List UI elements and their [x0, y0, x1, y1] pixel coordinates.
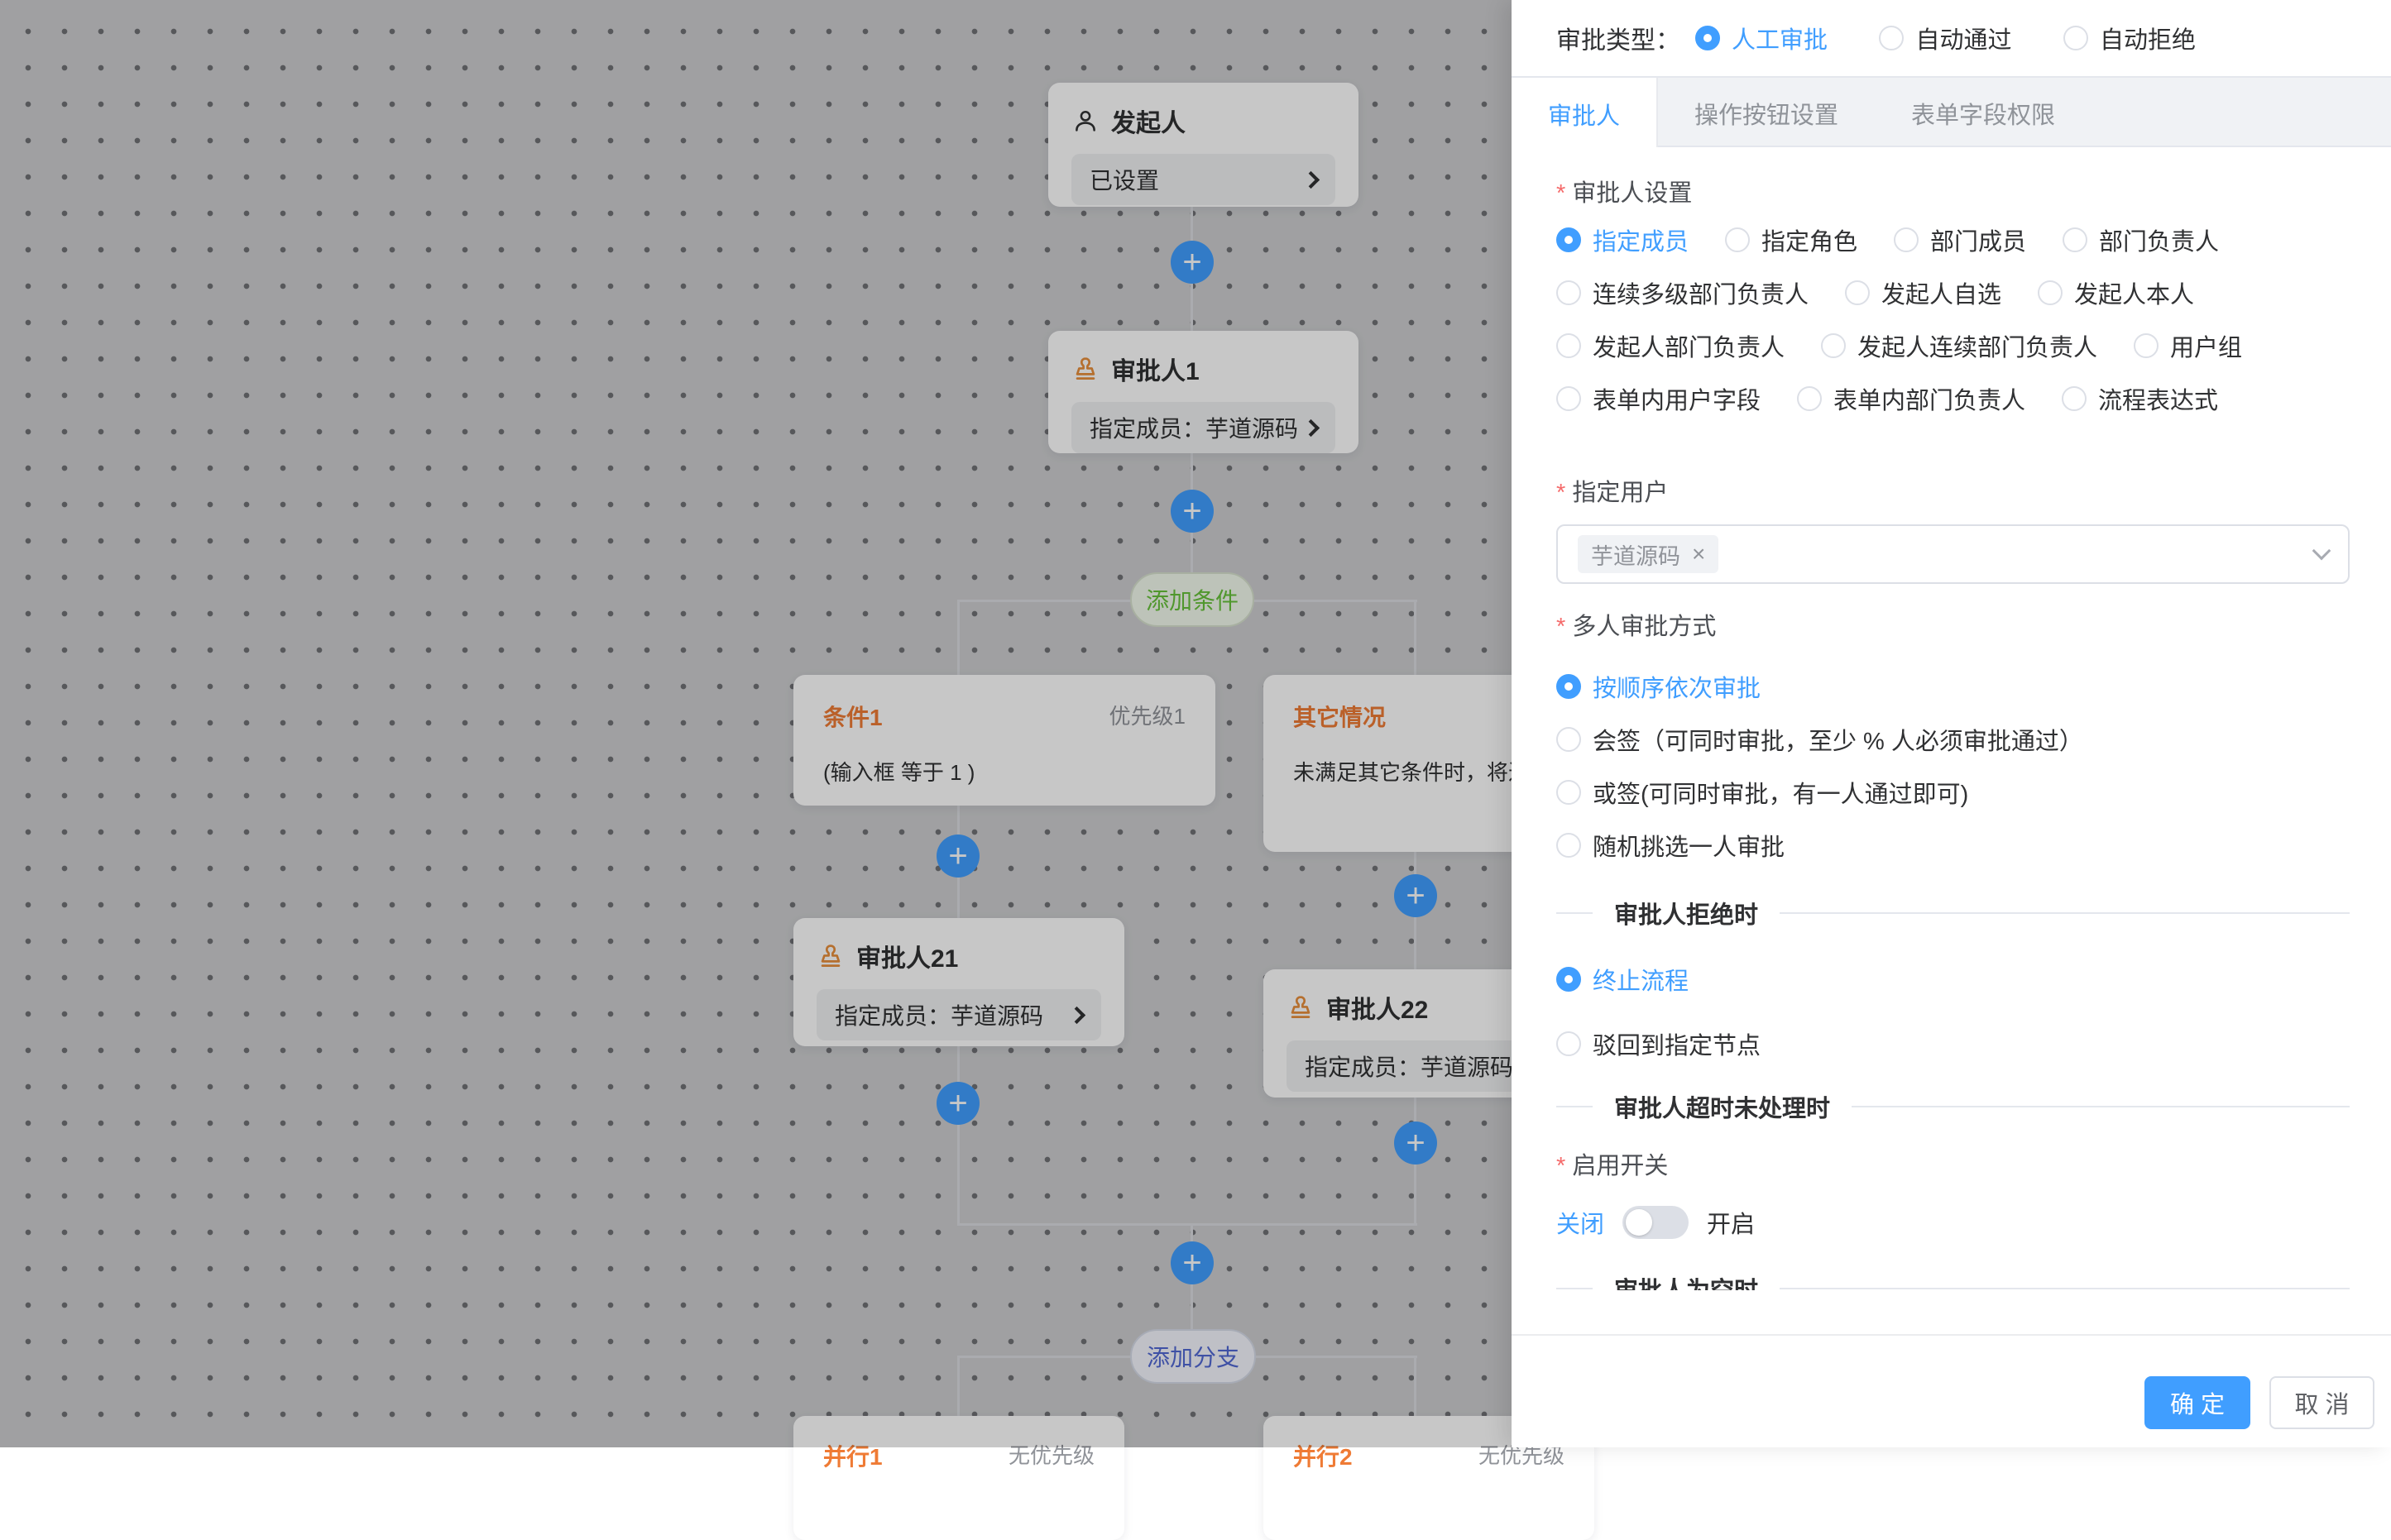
empty-approver-section-divider: 审批人为空时 — [1556, 1272, 2350, 1290]
radio-icon — [1556, 674, 1581, 699]
radio-random-one[interactable]: 随机挑选一人审批 — [1556, 827, 2350, 863]
radio-icon — [1556, 727, 1581, 752]
radio-icon — [1797, 386, 1822, 411]
radio-manual-approve[interactable]: 人工审批 — [1695, 20, 1828, 56]
reject-section-title: 审批人拒绝时 — [1614, 896, 1758, 930]
radio-multi-level-dept-leader[interactable]: 连续多级部门负责人 — [1556, 275, 1809, 311]
multi-mode-radio-group: 按顺序依次审批 会签（可同时审批，至少 % 人必须审批通过） 或签(可同时审批，… — [1556, 668, 2350, 863]
tag-close-icon[interactable]: × — [1692, 543, 1705, 566]
cancel-button[interactable]: 取 消 — [2269, 1376, 2374, 1429]
approver-setting-label: 审批人设置 — [1556, 177, 2350, 210]
user-tag: 芋道源码 × — [1578, 535, 1718, 573]
radio-icon — [1556, 1031, 1581, 1056]
radio-icon — [2063, 227, 2087, 252]
radio-dept-leader[interactable]: 部门负责人 — [2063, 222, 2219, 258]
radio-icon — [1725, 227, 1750, 252]
radio-icon — [2134, 333, 2159, 358]
assign-user-label: 指定用户 — [1556, 476, 2350, 509]
radio-icon — [2062, 386, 2087, 411]
radio-icon — [1695, 26, 1720, 50]
radio-auto-pass[interactable]: 自动通过 — [1879, 20, 2011, 56]
radio-icon — [2038, 280, 2063, 305]
radio-initiator-multi-dept-leader[interactable]: 发起人连续部门负责人 — [1821, 328, 2097, 364]
radio-icon — [1894, 227, 1919, 252]
radio-icon — [1556, 227, 1581, 252]
reject-section-divider: 审批人拒绝时 — [1556, 897, 2350, 930]
timeout-section-title: 审批人超时未处理时 — [1614, 1089, 1830, 1124]
radio-icon — [1556, 833, 1581, 858]
confirm-button[interactable]: 确 定 — [2144, 1376, 2250, 1429]
radio-orsign[interactable]: 或签(可同时审批，有一人通过即可) — [1556, 774, 2350, 811]
radio-icon — [1556, 386, 1581, 411]
radio-form-user-field[interactable]: 表单内用户字段 — [1556, 380, 1761, 417]
user-tag-label: 芋道源码 — [1591, 538, 1680, 571]
radio-user-group[interactable]: 用户组 — [2134, 328, 2242, 364]
radio-assigned-member[interactable]: 指定成员 — [1556, 222, 1689, 258]
radio-initiator-self[interactable]: 发起人本人 — [2038, 275, 2194, 311]
panel-scroll-content[interactable]: 审批人设置 指定成员 指定角色 部门成员 部门负责人 连续多级部门负责人 发起人… — [1512, 147, 2391, 1290]
reject-radio-group: 终止流程 驳回到指定节点 — [1556, 961, 2350, 1062]
panel-footer: 确 定 取 消 — [1512, 1334, 2391, 1447]
approver-setting-radio-group: 指定成员 指定角色 部门成员 部门负责人 连续多级部门负责人 发起人自选 发起人… — [1556, 222, 2350, 433]
tab-approver[interactable]: 审批人 — [1512, 78, 1658, 151]
radio-icon — [1556, 780, 1581, 805]
radio-initiator-select[interactable]: 发起人自选 — [1845, 275, 2001, 311]
chevron-down-icon — [2312, 542, 2331, 561]
switch-off-label: 关闭 — [1556, 1205, 1604, 1240]
radio-return-to-node[interactable]: 驳回到指定节点 — [1556, 1026, 2350, 1062]
approve-type-row: 审批类型： 人工审批 自动通过 自动拒绝 — [1512, 0, 2391, 56]
radio-countersign[interactable]: 会签（可同时审批，至少 % 人必须审批通过） — [1556, 721, 2350, 758]
approver-config-panel: 审批类型： 人工审批 自动通过 自动拒绝 审批人 操作按钮设置 表单字段权限 审… — [1512, 0, 2391, 1447]
approve-type-label: 审批类型： — [1556, 20, 1680, 56]
radio-flow-expression[interactable]: 流程表达式 — [2062, 380, 2218, 417]
radio-icon — [1821, 333, 1846, 358]
radio-icon — [1556, 967, 1581, 992]
radio-auto-reject[interactable]: 自动拒绝 — [2063, 20, 2196, 56]
radio-form-dept-leader[interactable]: 表单内部门负责人 — [1797, 380, 2025, 417]
config-tabbar: 审批人 操作按钮设置 表单字段权限 — [1512, 76, 2391, 147]
radio-sequential[interactable]: 按顺序依次审批 — [1556, 668, 2350, 705]
tab-form-field-permission[interactable]: 表单字段权限 — [1875, 78, 2092, 149]
multi-mode-label: 多人审批方式 — [1556, 610, 2350, 643]
assign-user-select[interactable]: 芋道源码 × — [1556, 524, 2350, 584]
timeout-section-divider: 审批人超时未处理时 — [1556, 1090, 2350, 1123]
radio-icon — [1556, 280, 1581, 305]
enable-switch-label: 启用开关 — [1556, 1150, 2350, 1183]
empty-approver-section-title: 审批人为空时 — [1614, 1271, 1758, 1290]
switch-on-label: 开启 — [1707, 1205, 1755, 1240]
radio-icon — [2063, 26, 2088, 50]
radio-assigned-role[interactable]: 指定角色 — [1725, 222, 1857, 258]
radio-dept-member[interactable]: 部门成员 — [1894, 222, 2026, 258]
tab-button-settings[interactable]: 操作按钮设置 — [1658, 78, 1875, 149]
enable-toggle[interactable] — [1622, 1206, 1689, 1239]
radio-terminate-flow[interactable]: 终止流程 — [1556, 961, 2350, 997]
enable-switch-row: 关闭 开启 — [1556, 1204, 2350, 1241]
radio-icon — [1845, 280, 1870, 305]
radio-initiator-dept-leader[interactable]: 发起人部门负责人 — [1556, 328, 1785, 364]
radio-icon — [1556, 333, 1581, 358]
radio-icon — [1879, 26, 1904, 50]
